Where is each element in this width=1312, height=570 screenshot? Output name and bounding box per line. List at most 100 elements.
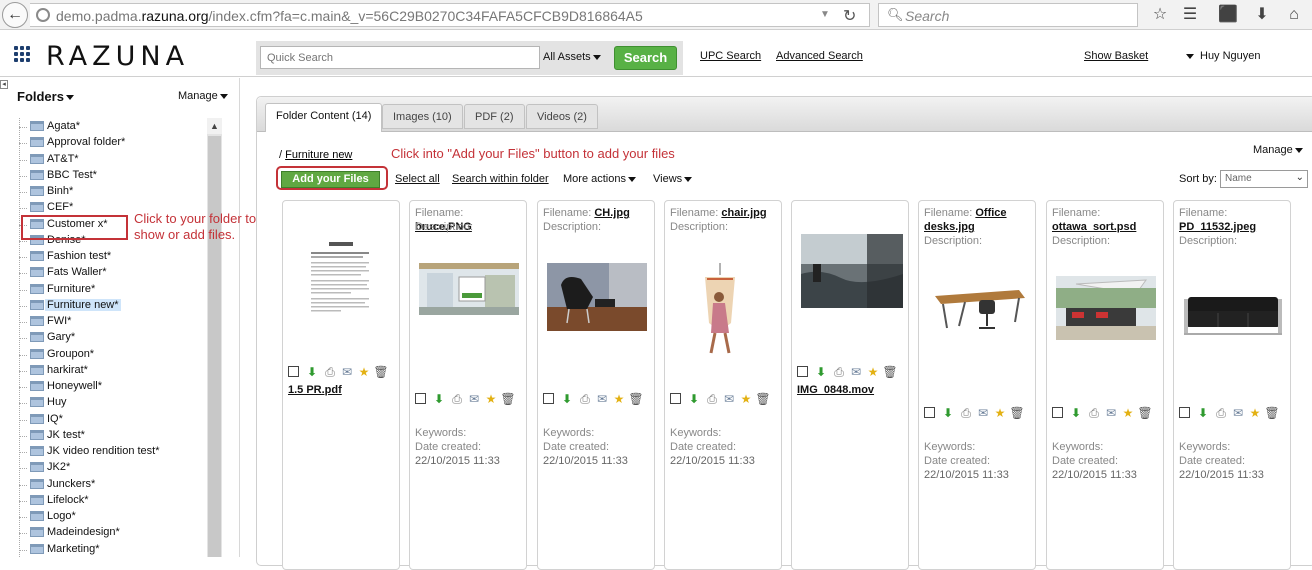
tab-pdf[interactable]: PDF (2) bbox=[464, 104, 525, 129]
image-thumbnail[interactable] bbox=[547, 263, 647, 331]
add-files-button[interactable]: Add your Files bbox=[281, 171, 380, 188]
user-menu[interactable]: Huy Nguyen bbox=[1186, 50, 1261, 62]
more-actions-menu[interactable]: More actions bbox=[563, 173, 636, 185]
asset-filename-link[interactable]: PD_11532.jpeg bbox=[1179, 221, 1256, 233]
select-checkbox[interactable] bbox=[288, 366, 299, 377]
asset-card[interactable]: Filename: PD_11532.jpeg Description: ⬇ ⎙ … bbox=[1173, 200, 1291, 570]
video-thumbnail[interactable] bbox=[801, 234, 903, 308]
folder-item[interactable]: Furniture new* bbox=[19, 298, 209, 314]
folder-item[interactable]: AT&T* bbox=[19, 152, 209, 168]
select-checkbox[interactable] bbox=[1052, 407, 1063, 418]
favorite-star-icon[interactable]: ★ bbox=[1247, 405, 1263, 421]
favorite-star-icon[interactable]: ★ bbox=[738, 391, 754, 407]
upc-search-link[interactable]: UPC Search bbox=[700, 50, 761, 62]
folder-item[interactable]: Approval folder* bbox=[19, 135, 209, 151]
folder-item[interactable]: JK video rendition test* bbox=[19, 444, 209, 460]
asset-card[interactable]: Filename: Office desks.jpg Description: ⬇… bbox=[918, 200, 1036, 570]
asset-card[interactable]: ⬇ ⎙ ✉ ★ 🗑︎ IMG_0848.mov bbox=[791, 200, 909, 570]
print-icon[interactable]: ⎙ bbox=[958, 405, 974, 421]
advanced-search-link[interactable]: Advanced Search bbox=[776, 50, 863, 62]
folder-item[interactable]: Honeywell* bbox=[19, 379, 209, 395]
address-bar[interactable]: demo.padma.razuna.org/index.cfm?fa=c.mai… bbox=[30, 3, 870, 27]
folder-item[interactable]: Huy bbox=[19, 395, 209, 411]
email-icon[interactable]: ✉ bbox=[721, 391, 737, 407]
favorite-star-icon[interactable]: ★ bbox=[356, 364, 372, 380]
download-icon[interactable]: ⬇ bbox=[304, 364, 320, 380]
quick-search-input[interactable] bbox=[260, 46, 540, 69]
download-icon[interactable]: ⬇ bbox=[1068, 405, 1084, 421]
print-icon[interactable]: ⎙ bbox=[1213, 405, 1229, 421]
tab-videos[interactable]: Videos (2) bbox=[526, 104, 598, 129]
bookmark-star-icon[interactable]: ☆ bbox=[1149, 4, 1171, 26]
asset-card[interactable]: Filename: bruce.PNG Description: ⬇ ⎙ ✉ ★… bbox=[409, 200, 527, 570]
select-checkbox[interactable] bbox=[543, 393, 554, 404]
asset-filename-link[interactable]: 1.5 PR.pdf bbox=[288, 384, 342, 396]
trash-icon[interactable]: 🗑︎ bbox=[755, 391, 771, 407]
folder-item[interactable]: Junckers* bbox=[19, 477, 209, 493]
folder-item[interactable]: Marketing* bbox=[19, 542, 209, 558]
browser-search-field[interactable]: 🔍︎ Search bbox=[878, 3, 1138, 27]
download-icon[interactable]: ⬇ bbox=[940, 405, 956, 421]
download-icon[interactable]: ⬇ bbox=[813, 364, 829, 380]
folder-item[interactable]: JK test* bbox=[19, 428, 209, 444]
folder-item[interactable]: Groupon* bbox=[19, 347, 209, 363]
favorite-star-icon[interactable]: ★ bbox=[992, 405, 1008, 421]
favorite-star-icon[interactable]: ★ bbox=[611, 391, 627, 407]
select-checkbox[interactable] bbox=[924, 407, 935, 418]
asset-card[interactable]: Filename: CH.jpg Description: ⬇ ⎙ ✉ ★ 🗑︎… bbox=[537, 200, 655, 570]
download-arrow-icon[interactable]: ⬇ bbox=[1251, 4, 1273, 26]
tab-folder-content[interactable]: Folder Content (14) bbox=[265, 103, 383, 132]
trash-icon[interactable]: 🗑︎ bbox=[1137, 405, 1153, 421]
folder-item[interactable]: JK2* bbox=[19, 460, 209, 476]
download-icon[interactable]: ⬇ bbox=[559, 391, 575, 407]
favorite-star-icon[interactable]: ★ bbox=[483, 391, 499, 407]
trash-icon[interactable]: 🗑︎ bbox=[882, 364, 898, 380]
breadcrumb-folder-link[interactable]: Furniture new bbox=[285, 149, 352, 161]
folder-item[interactable]: FWI* bbox=[19, 314, 209, 330]
asset-card[interactable]: Filename: ottawa_sort.psd Description: ⬇ … bbox=[1046, 200, 1164, 570]
download-icon[interactable]: ⬇ bbox=[1195, 405, 1211, 421]
collapse-sidebar-icon[interactable]: ◂ bbox=[0, 80, 8, 89]
email-icon[interactable]: ✉ bbox=[466, 391, 482, 407]
print-icon[interactable]: ⎙ bbox=[322, 364, 338, 380]
image-thumbnail[interactable] bbox=[1184, 293, 1282, 339]
home-icon[interactable]: ⌂ bbox=[1283, 4, 1305, 26]
download-icon[interactable]: ⬇ bbox=[686, 391, 702, 407]
sidebar-scrollbar[interactable]: ▲ bbox=[207, 118, 222, 557]
folder-item[interactable]: Fats Waller* bbox=[19, 265, 209, 281]
trash-icon[interactable]: 🗑︎ bbox=[1009, 405, 1025, 421]
asset-filename-link[interactable]: ottawa_sort.psd bbox=[1052, 221, 1136, 233]
image-thumbnail[interactable] bbox=[1056, 276, 1156, 340]
print-icon[interactable]: ⎙ bbox=[704, 391, 720, 407]
folder-item[interactable]: BBC Test* bbox=[19, 168, 209, 184]
folder-item[interactable]: Agata* bbox=[19, 119, 209, 135]
folder-item[interactable]: Binh* bbox=[19, 184, 209, 200]
back-arrow-icon[interactable]: ← bbox=[2, 2, 28, 28]
reading-list-icon[interactable]: ☰ bbox=[1179, 4, 1201, 26]
asset-card[interactable]: ⬇ ⎙ ✉ ★ 🗑︎ 1.5 PR.pdf bbox=[282, 200, 400, 570]
email-icon[interactable]: ✉ bbox=[1230, 405, 1246, 421]
folder-item[interactable]: Logo* bbox=[19, 509, 209, 525]
asset-filename-link[interactable]: Office bbox=[975, 207, 1006, 219]
folder-item[interactable]: Madeindesign* bbox=[19, 525, 209, 541]
tab-images[interactable]: Images (10) bbox=[382, 104, 463, 129]
image-thumbnail[interactable] bbox=[929, 276, 1029, 338]
folder-item[interactable]: Gary* bbox=[19, 330, 209, 346]
razuna-logo-icon[interactable] bbox=[14, 46, 34, 66]
email-icon[interactable]: ✉ bbox=[594, 391, 610, 407]
image-thumbnail[interactable] bbox=[419, 263, 519, 315]
select-checkbox[interactable] bbox=[415, 393, 426, 404]
url-dropdown-icon[interactable]: ▼ bbox=[820, 9, 830, 20]
folder-item[interactable]: Lifelock* bbox=[19, 493, 209, 509]
content-manage-menu[interactable]: Manage bbox=[1253, 144, 1303, 156]
asset-filename-link[interactable]: IMG_0848.mov bbox=[797, 384, 874, 396]
asset-filename-link[interactable]: chair.jpg bbox=[721, 207, 766, 219]
trash-icon[interactable]: 🗑︎ bbox=[373, 364, 389, 380]
views-menu[interactable]: Views bbox=[653, 173, 693, 185]
search-button[interactable]: Search bbox=[614, 46, 677, 70]
image-thumbnail[interactable] bbox=[695, 263, 745, 359]
folders-manage-menu[interactable]: Manage bbox=[178, 90, 228, 102]
folder-item[interactable]: Fashion test* bbox=[19, 249, 209, 265]
favorite-star-icon[interactable]: ★ bbox=[865, 364, 881, 380]
email-icon[interactable]: ✉ bbox=[339, 364, 355, 380]
